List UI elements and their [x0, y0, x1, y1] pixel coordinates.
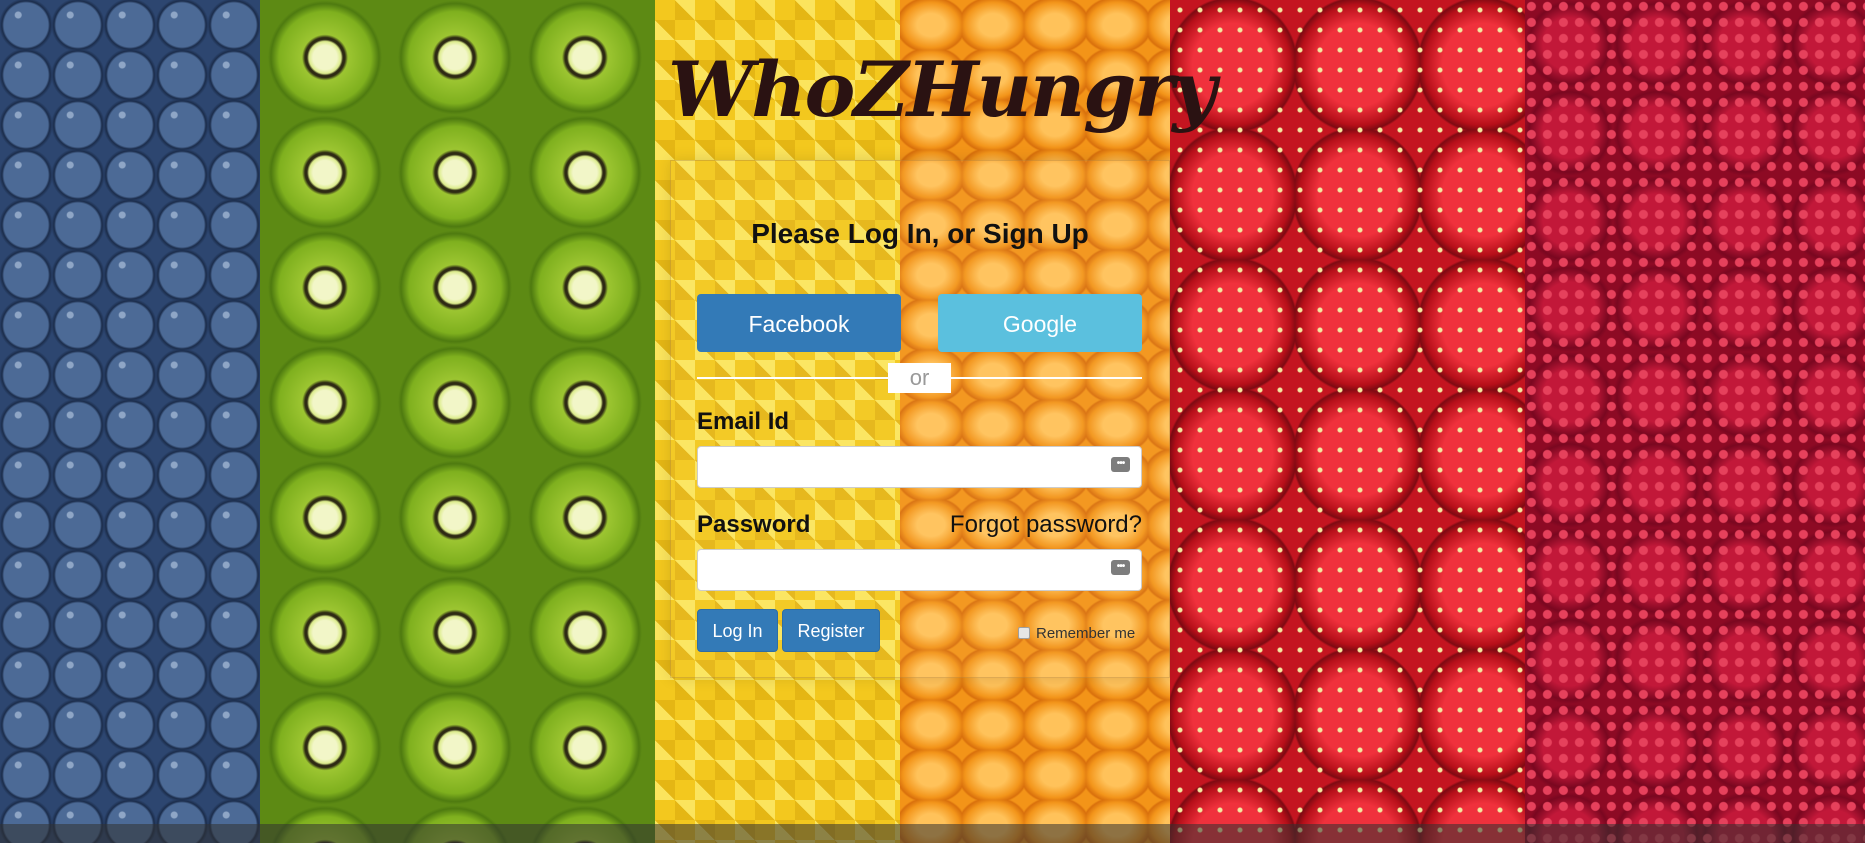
divider-or-text: or: [888, 363, 951, 393]
email-label: Email Id: [697, 408, 790, 435]
kiwi-stripe: [260, 0, 680, 843]
forgot-password-link[interactable]: Forgot password?: [950, 511, 1142, 539]
brand-logo: WhoZHungry: [668, 45, 1216, 134]
google-login-button[interactable]: Google: [938, 294, 1142, 352]
password-label: Password: [697, 511, 811, 538]
login-button[interactable]: Log In: [697, 609, 778, 652]
register-button[interactable]: Register: [782, 609, 880, 652]
remember-me[interactable]: Remember me: [1018, 624, 1135, 642]
strawberry-stripe: [1170, 0, 1550, 843]
remember-me-label[interactable]: Remember me: [1036, 625, 1135, 642]
password-manager-key-icon[interactable]: •••: [1111, 457, 1130, 472]
password-field[interactable]: [697, 549, 1142, 591]
facebook-login-button[interactable]: Facebook: [697, 294, 901, 352]
remember-me-checkbox[interactable]: [1018, 627, 1030, 639]
raspberry-stripe: [1525, 0, 1865, 843]
password-manager-key-icon[interactable]: •••: [1111, 560, 1130, 575]
bottom-bar: [0, 824, 1865, 843]
blueberry-stripe: [0, 0, 280, 843]
email-field[interactable]: [697, 446, 1142, 488]
login-title: Please Log In, or Sign Up: [751, 218, 1089, 249]
